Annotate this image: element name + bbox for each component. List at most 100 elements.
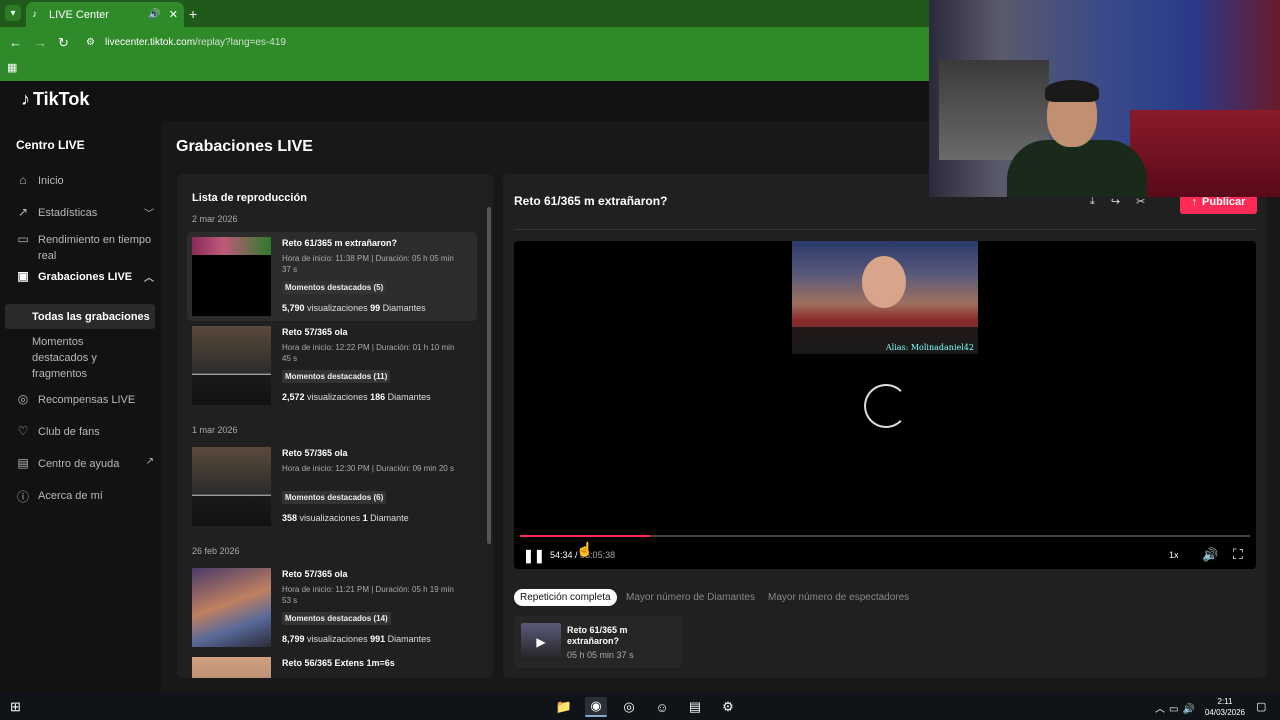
webcam-overlay — [929, 0, 1280, 197]
playlist-item[interactable]: Reto 56/365 Extens 1m=6s — [187, 652, 477, 678]
video-title: Reto 61/365 m extrañaron? — [514, 194, 668, 208]
sidebar-title: Centro LIVE — [16, 138, 85, 152]
volume-icon[interactable]: 🔊 — [1202, 547, 1218, 563]
address-bar[interactable]: livecenter.tiktok.com/replay?lang=es-419 — [105, 37, 286, 48]
sidebar-subitem-moments[interactable]: Momentos destacados y fragmentos — [32, 334, 142, 382]
tab-most-diamonds[interactable]: Mayor número de Diamantes — [620, 589, 761, 606]
tiktok-note-icon: ♪ — [21, 89, 30, 109]
tiktok-logo[interactable]: ♪ TikTok — [21, 89, 89, 110]
recording-title: Reto 56/365 Extens 1m=6s — [282, 658, 395, 668]
playlist-panel: Lista de reproducción 2 mar 2026 Reto 61… — [177, 174, 493, 678]
tab-most-viewers[interactable]: Mayor número de espectadores — [762, 589, 915, 606]
sidebar-item-estadisticas[interactable]: ↗ Estadísticas ﹀ — [16, 205, 154, 221]
back-icon[interactable]: ← — [9, 35, 22, 50]
video-frame-image: Alias: Molinadaniel42 — [792, 241, 978, 354]
pause-button[interactable]: ❚❚ — [523, 548, 545, 564]
recording-thumbnail — [192, 568, 271, 647]
publish-label: Publicar — [1202, 196, 1246, 208]
upload-arrow-icon: ↑ — [1191, 196, 1198, 208]
app-window-icon[interactable]: ▤ — [684, 697, 706, 717]
speaker-icon[interactable]: 🔊 — [148, 9, 160, 20]
monitor-icon: ▭ — [17, 232, 29, 246]
moments-badge[interactable]: Momentos destacados (11) — [282, 370, 391, 383]
recording-title: Reto 57/365 ola — [282, 569, 348, 579]
reward-icon: ◎ — [17, 392, 29, 406]
sidebar-item-recompensas[interactable]: ◎ Recompensas LIVE — [16, 392, 154, 408]
chevron-down-icon: ﹀ — [144, 209, 154, 220]
playlist-item[interactable]: Reto 57/365 ola Hora de inicio: 12:30 PM… — [187, 442, 477, 531]
apps-grid-icon[interactable]: ▦ — [7, 61, 17, 74]
chevron-up-icon: ︿ — [144, 273, 154, 284]
play-icon[interactable]: ▶ — [521, 623, 561, 661]
sidebar-item-label: Grabaciones LIVE — [38, 271, 133, 283]
file-explorer-icon[interactable]: 📁 — [553, 697, 575, 717]
tab-full-replay[interactable]: Repetición completa — [514, 589, 617, 606]
tab-search-button[interactable]: ▾ — [5, 5, 21, 21]
windows-taskbar — [0, 693, 1280, 720]
discord-icon[interactable]: ☺ — [651, 697, 673, 717]
chrome-icon[interactable]: ◉ — [585, 697, 607, 717]
recording-stats: 8,799 visualizaciones 991 Diamantes — [282, 634, 431, 644]
sidebar-item-label: Acerca de mí — [38, 490, 103, 502]
playlist-item[interactable]: Reto 61/365 m extrañaron? Hora de inicio… — [187, 232, 477, 321]
playlist-date: 2 mar 2026 — [192, 214, 238, 224]
recording-thumbnail — [192, 326, 271, 405]
sidebar-item-club-de-fans[interactable]: ♡ Club de fans — [16, 424, 154, 440]
playlist-scrollbar[interactable] — [487, 207, 491, 544]
recording-stats: 2,572 visualizaciones 186 Diamantes — [282, 392, 431, 402]
recording-meta: Hora de inicio: 12:22 PM | Duración: 01 … — [282, 343, 455, 363]
recording-thumbnail — [192, 447, 271, 526]
home-icon: ⌂ — [19, 173, 27, 187]
playlist-item[interactable]: Reto 57/365 ola Hora de inicio: 12:22 PM… — [187, 321, 477, 410]
clip-title: Reto 61/365 m extrañaron? — [567, 625, 628, 646]
time-current: 54:34 — [550, 550, 573, 560]
clock-date: 04/03/2026 — [1204, 708, 1246, 717]
moments-badge[interactable]: Momentos destacados (14) — [282, 612, 391, 625]
help-icon: ▤ — [17, 456, 29, 470]
chart-icon: ↗ — [17, 205, 29, 219]
progress-bar-fill — [520, 535, 650, 537]
settings-gear-icon[interactable]: ⚙ — [717, 697, 739, 717]
site-info-icon[interactable]: ⚙ — [86, 37, 95, 48]
external-link-icon: ↗ — [145, 456, 154, 467]
playlist-date: 1 mar 2026 — [192, 425, 238, 435]
taskbar-clock[interactable]: 2:11 04/03/2026 — [1203, 696, 1247, 718]
recording-title: Reto 57/365 ola — [282, 448, 348, 458]
forward-icon[interactable]: → — [34, 35, 47, 50]
page-title: Grabaciones LIVE — [176, 138, 313, 155]
obs-icon[interactable]: ◎ — [618, 697, 640, 717]
video-overlay-alias: Alias: Molinadaniel42 — [885, 343, 974, 352]
playlist-item[interactable]: Reto 57/365 ola Hora de inicio: 11:21 PM… — [187, 563, 477, 652]
recording-meta: Hora de inicio: 12:30 PM | Duración: 09 … — [282, 464, 454, 473]
recording-title: Reto 61/365 m extrañaron? — [282, 238, 398, 248]
url-host: livecenter.tiktok.com — [105, 37, 196, 48]
new-tab-button[interactable]: + — [189, 6, 197, 22]
reload-icon[interactable]: ↻ — [58, 35, 69, 51]
recording-title: Reto 57/365 ola — [282, 327, 348, 337]
recording-thumbnail — [192, 237, 271, 316]
sidebar-item-grabaciones[interactable]: ▣ Grabaciones LIVE ︿ — [16, 269, 154, 285]
user-icon: ⓘ — [16, 490, 29, 504]
sidebar-subitem-all-recordings[interactable]: Todas las grabaciones — [5, 304, 155, 329]
notification-icon[interactable]: ▢ — [1256, 700, 1266, 713]
heart-icon: ♡ — [17, 424, 29, 438]
close-tab-icon[interactable]: ✕ — [169, 8, 178, 21]
moments-badge[interactable]: Momentos destacados (5) — [282, 281, 387, 294]
system-tray[interactable]: ︿▭🔊 — [1155, 700, 1199, 715]
windows-start-icon[interactable]: ⊞ — [10, 699, 21, 715]
sidebar-item-centro-de-ayuda[interactable]: ▤ Centro de ayuda ↗ — [16, 456, 154, 472]
browser-tab[interactable]: ♪ LIVE Center 🔊 ✕ — [26, 2, 184, 27]
brand-name: TikTok — [33, 89, 90, 109]
clock-time: 2:11 — [1217, 697, 1233, 706]
url-path: /replay?lang=es-419 — [195, 37, 286, 48]
recording-stats: 5,790 visualizaciones 99 Diamantes — [282, 303, 426, 313]
speed-button[interactable]: 1x — [1169, 550, 1179, 560]
tiktok-favicon-icon: ♪ — [32, 9, 37, 20]
sidebar-item-label: Rendimiento en tiempo real — [38, 234, 152, 262]
sidebar-item-inicio[interactable]: ⌂ Inicio — [16, 173, 154, 189]
sidebar-item-acerca-de-mi[interactable]: ⓘ Acerca de mí — [16, 488, 154, 505]
tab-title: LIVE Center — [49, 8, 109, 21]
sidebar-item-rendimiento[interactable]: ▭ Rendimiento en tiempo real — [16, 232, 154, 264]
moments-badge[interactable]: Momentos destacados (6) — [282, 491, 387, 504]
fullscreen-icon[interactable]: ⛶ — [1233, 546, 1243, 563]
